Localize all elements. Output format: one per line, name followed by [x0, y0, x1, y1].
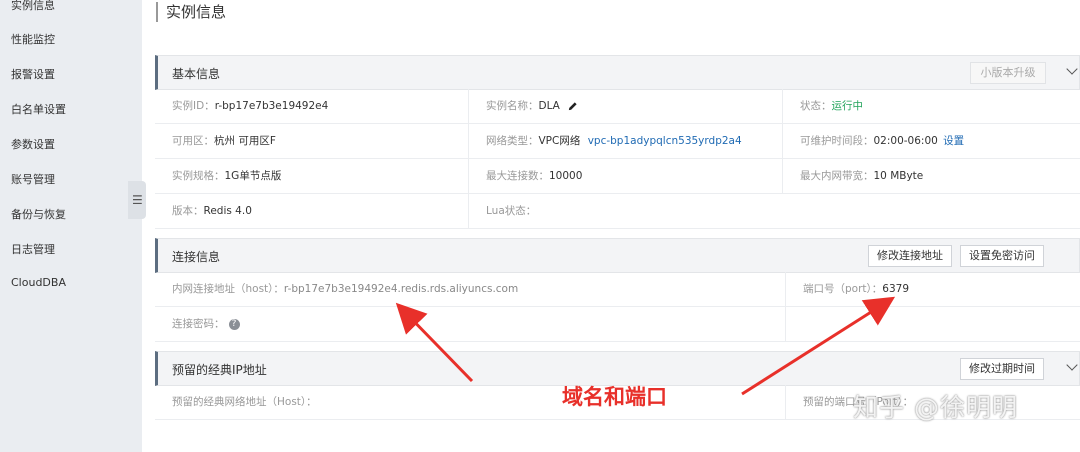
sidebar-item-accounts[interactable]: 账号管理 — [11, 171, 55, 187]
version-cell: 版本：Redis 4.0 — [155, 194, 469, 229]
sidebar-item-clouddba[interactable]: CloudDBA — [11, 276, 66, 289]
max-bandwidth: 10 MByte — [873, 170, 924, 182]
edit-pencil-icon[interactable] — [567, 101, 578, 112]
modify-address-button[interactable]: 修改连接地址 — [868, 245, 952, 267]
network-cell: 网络类型：VPC网络 vpc-bp1adypqlcn535yrdp2a4 — [469, 124, 783, 159]
instance-id: r-bp17e7b3e19492e4 — [214, 100, 329, 112]
host-cell: 内网连接地址（host）：r-bp17e7b3e19492e4.redis.rd… — [155, 272, 786, 307]
lua-cell: Lua状态： — [469, 194, 1080, 229]
lua-status-label: Lua状态： — [486, 205, 537, 217]
status-badge: 运行中 — [831, 100, 864, 112]
passwordless-access-button[interactable]: 设置免密访问 — [960, 245, 1044, 267]
zone-value: 杭州 可用区F — [214, 135, 276, 147]
sidebar-item-backup[interactable]: 备份与恢复 — [11, 206, 66, 222]
max-connections: 10000 — [549, 170, 583, 182]
section-header-connection: 连接信息 修改连接地址 设置免密访问 — [155, 238, 1080, 273]
maintenance-cell: 可维护时间段：02:00-06:00 设置 — [783, 124, 1080, 159]
sidebar-item-performance[interactable]: 性能监控 — [11, 31, 55, 47]
section-title-connection: 连接信息 — [172, 250, 221, 264]
status-cell: 状态：运行中 — [783, 89, 1080, 124]
annotation-label: 域名和端口 — [562, 385, 667, 409]
sidebar-item-whitelist[interactable]: 白名单设置 — [11, 101, 66, 117]
sidebar: 实例信息 性能监控 报警设置 白名单设置 参数设置 账号管理 备份与恢复 日志管… — [0, 0, 142, 452]
page-title: 实例信息 — [156, 2, 226, 22]
section-title-basic: 基本信息 — [172, 67, 221, 81]
instance-name: DLA — [538, 100, 560, 112]
vpc-link[interactable]: vpc-bp1adypqlcn535yrdp2a4 — [588, 135, 742, 147]
empty-cell — [786, 307, 1080, 342]
maintenance-window: 02:00-06:00 — [873, 135, 938, 147]
instance-name-cell: 实例名称：DLA — [469, 89, 783, 124]
port-cell: 端口号（port）：6379 — [786, 272, 1080, 307]
spec-cell: 实例规格：1G单节点版 — [155, 159, 469, 194]
maxconn-cell: 最大连接数：10000 — [469, 159, 783, 194]
zone-cell: 可用区：杭州 可用区F — [155, 124, 469, 159]
sidebar-item-logs[interactable]: 日志管理 — [11, 241, 55, 257]
modify-expire-button[interactable]: 修改过期时间 — [960, 358, 1044, 380]
sidebar-collapse-toggle[interactable]: ☰ — [128, 181, 146, 219]
sidebar-item-alarm[interactable]: 报警设置 — [11, 66, 55, 82]
network-type: VPC网络 — [538, 135, 581, 147]
chevron-down-icon[interactable] — [1066, 63, 1078, 75]
sidebar-item-params[interactable]: 参数设置 — [11, 136, 55, 152]
minor-upgrade-button[interactable]: 小版本升级 — [970, 62, 1046, 84]
menu-collapse-icon: ☰ — [132, 193, 143, 207]
maintenance-settings-link[interactable]: 设置 — [943, 135, 964, 147]
section-title-reserved: 预留的经典IP地址 — [172, 363, 267, 377]
chevron-down-icon[interactable] — [1066, 359, 1078, 371]
connection-port: 6379 — [882, 283, 910, 295]
redis-version: Redis 4.0 — [203, 205, 252, 217]
watermark: 知乎 @徐明明 — [853, 393, 1018, 422]
help-question-icon[interactable]: ? — [228, 318, 240, 330]
bandwidth-cell: 最大内网带宽：10 MByte — [783, 159, 1080, 194]
instance-spec: 1G单节点版 — [224, 170, 282, 182]
connection-host: r-bp17e7b3e19492e4.redis.rds.aliyuncs.co… — [283, 283, 519, 295]
sidebar-item-instance-info[interactable]: 实例信息 — [11, 0, 55, 13]
instance-id-cell: 实例ID：r-bp17e7b3e19492e4 — [155, 89, 469, 124]
section-header-basic: 基本信息 小版本升级 — [155, 55, 1080, 90]
reserved-host-cell: 预留的经典网络地址（Host）： — [155, 385, 786, 420]
password-cell: 连接密码：? — [155, 307, 786, 342]
